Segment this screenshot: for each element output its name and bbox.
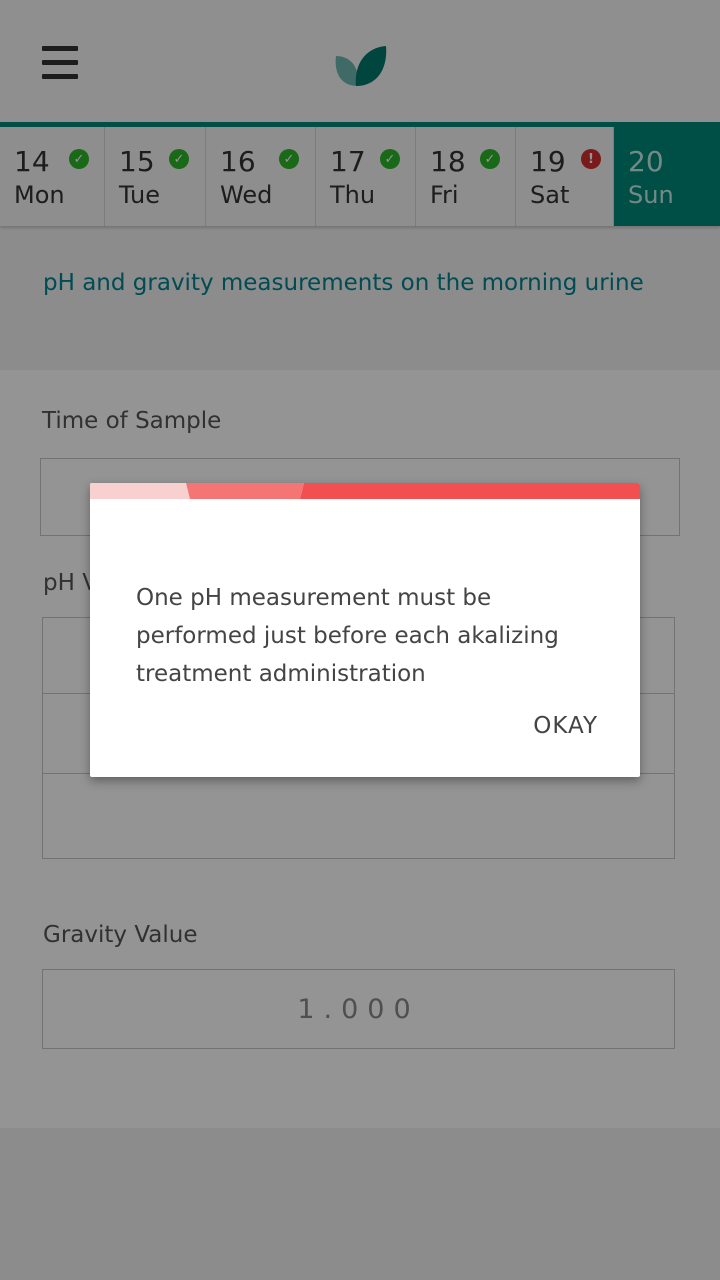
okay-button[interactable]: OKAY — [533, 713, 598, 739]
dialog-top-stripe — [90, 483, 640, 499]
alert-dialog: One pH measurement must be performed jus… — [90, 483, 640, 777]
dialog-message: One pH measurement must be performed jus… — [136, 585, 559, 687]
